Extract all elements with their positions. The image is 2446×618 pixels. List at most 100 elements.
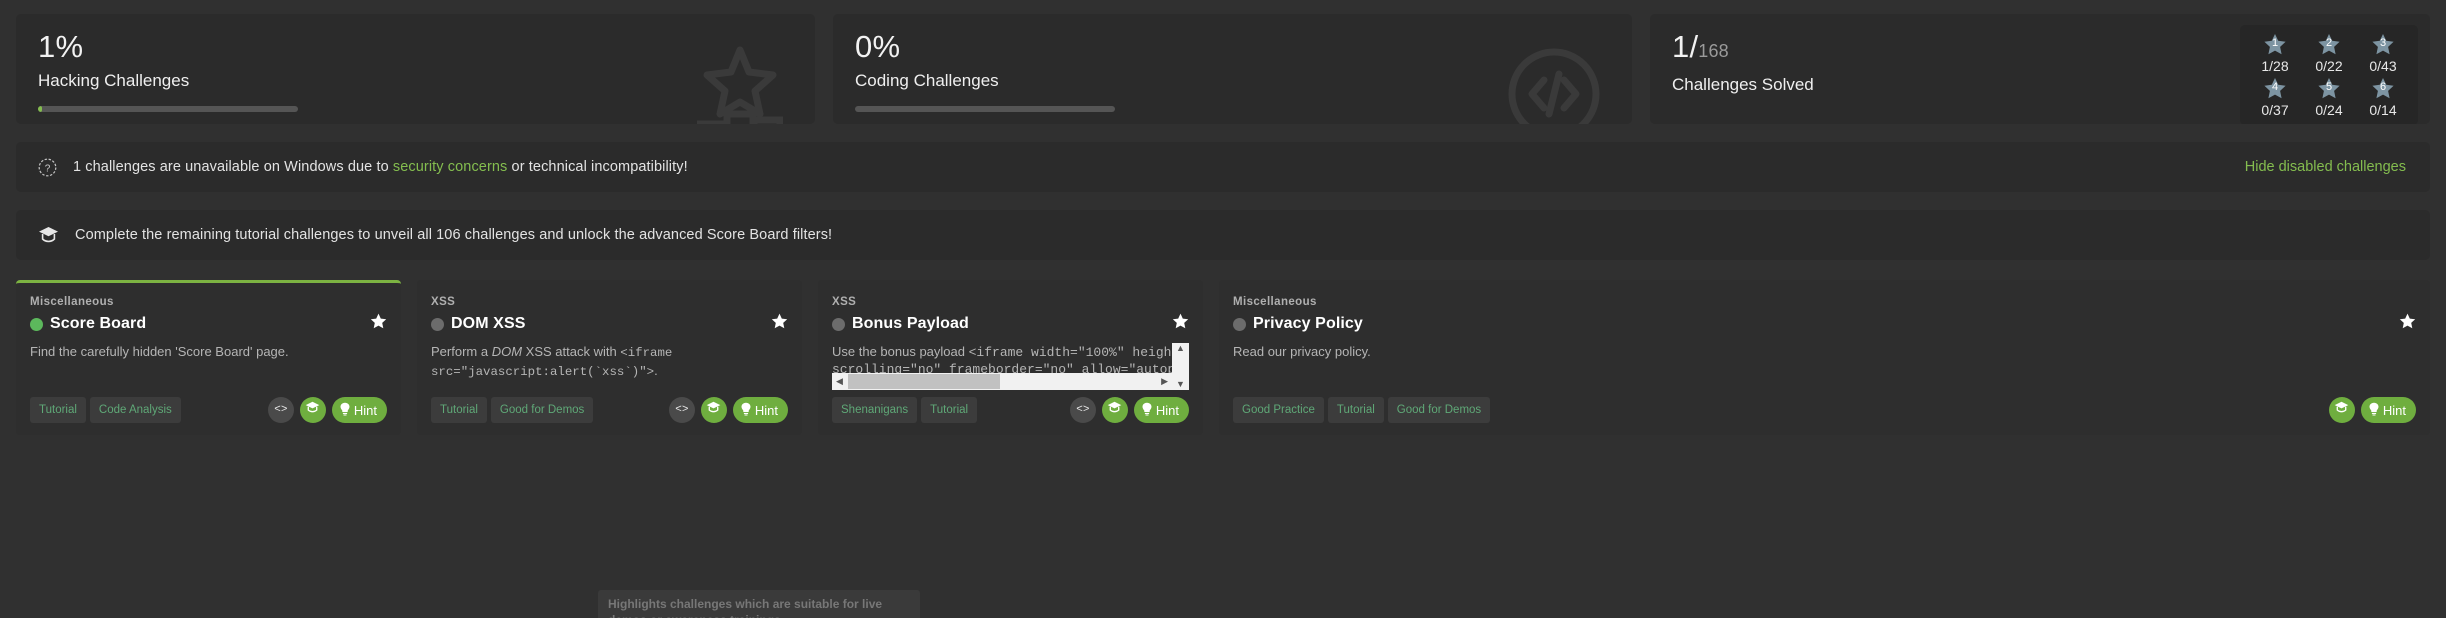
challenge-actions: <> Hint bbox=[1069, 397, 1189, 423]
challenge-category: XSS bbox=[431, 296, 456, 308]
scroll-right-arrow-icon[interactable]: ▶ bbox=[1157, 376, 1172, 387]
challenge-tag[interactable]: Good for Demos bbox=[1387, 397, 1491, 423]
difficulty-cell-2[interactable]: 2 0/22 bbox=[2304, 33, 2354, 75]
graduation-cap-icon bbox=[38, 226, 59, 244]
stat-card-hacking-challenges: 1% Hacking Challenges bbox=[16, 14, 815, 124]
graduation-cap-icon bbox=[305, 401, 320, 419]
difficulty-star-icon: 2 bbox=[2304, 33, 2354, 57]
disabled-challenges-text: 1 challenges are unavailable on Windows … bbox=[73, 159, 688, 175]
scroll-down-arrow-icon[interactable]: ▼ bbox=[1176, 380, 1185, 389]
challenge-card[interactable]: Miscellaneous Score Board Find the careful… bbox=[16, 280, 401, 435]
challenge-status-dot bbox=[1233, 317, 1246, 331]
hint-button[interactable]: Hint bbox=[1133, 397, 1189, 423]
challenge-tags: Tutorial Good for Demos bbox=[431, 397, 594, 423]
challenge-tag[interactable]: Tutorial bbox=[431, 397, 487, 423]
good-for-demos-tooltip: Highlights challenges which are suitable… bbox=[598, 590, 920, 618]
challenge-cards-row: Miscellaneous Score Board Find the careful… bbox=[16, 280, 2430, 435]
solved-numerator: 1/ bbox=[1672, 29, 1699, 64]
hint-button[interactable]: Hint bbox=[2360, 397, 2416, 423]
code-snippet-button[interactable]: <> bbox=[267, 397, 294, 423]
difficulty-level-number: 6 bbox=[2379, 81, 2387, 93]
difficulty-count: 0/43 bbox=[2369, 58, 2397, 74]
difficulty-count: 0/37 bbox=[2261, 102, 2289, 118]
difficulty-count: 0/24 bbox=[2315, 102, 2343, 118]
challenge-status-dot bbox=[30, 317, 43, 331]
challenge-actions: <> Hint bbox=[668, 397, 788, 423]
challenge-category: XSS bbox=[832, 296, 857, 308]
challenge-title: Privacy Policy bbox=[1253, 315, 1363, 332]
challenge-description: Perform a DOM XSS attack with <iframe sr… bbox=[431, 344, 673, 379]
svg-text:?: ? bbox=[45, 163, 51, 174]
security-concerns-link[interactable]: security concerns bbox=[393, 159, 508, 175]
favorite-star-icon[interactable] bbox=[2399, 313, 2416, 335]
hint-label: Hint bbox=[1155, 402, 1179, 418]
difficulty-star-icon: 4 bbox=[2250, 77, 2300, 101]
hacking-percent: 1% bbox=[38, 29, 84, 64]
hint-button[interactable]: Hint bbox=[732, 397, 788, 423]
code-snippet-button[interactable]: <> bbox=[1069, 397, 1096, 423]
code-snippet-button[interactable]: <> bbox=[668, 397, 695, 423]
hide-disabled-challenges-link[interactable]: Hide disabled challenges bbox=[2245, 159, 2406, 175]
scroll-up-arrow-icon[interactable]: ▲ bbox=[1176, 344, 1185, 353]
tutorial-button[interactable] bbox=[299, 397, 326, 423]
challenge-tag[interactable]: Code Analysis bbox=[89, 397, 181, 423]
lightbulb-icon bbox=[2368, 402, 2380, 419]
challenge-card[interactable]: XSS Bonus Payload Use the bonus payload <i… bbox=[818, 280, 1203, 435]
difficulty-cell-6[interactable]: 6 0/14 bbox=[2358, 77, 2408, 119]
tutorial-progress-banner: Complete the remaining tutorial challeng… bbox=[16, 210, 2430, 260]
graduation-cap-icon bbox=[706, 401, 721, 419]
tutorial-progress-text: Complete the remaining tutorial challeng… bbox=[75, 227, 833, 243]
challenge-description: Find the carefully hidden 'Score Board' … bbox=[30, 344, 289, 359]
challenge-tag[interactable]: Tutorial bbox=[30, 397, 86, 423]
lightbulb-icon bbox=[1141, 402, 1153, 419]
challenge-actions: <> Hint bbox=[267, 397, 387, 423]
hacking-progress-fill bbox=[38, 106, 42, 112]
challenge-tag[interactable]: Good Practice bbox=[1233, 397, 1324, 423]
hint-button[interactable]: Hint bbox=[331, 397, 387, 423]
challenge-card[interactable]: XSS DOM XSS Perform a DOM XSS attack with … bbox=[417, 280, 802, 435]
hacking-label: Hacking Challenges bbox=[38, 71, 190, 90]
difficulty-star-icon: 1 bbox=[2250, 33, 2300, 57]
difficulty-star-icon: 5 bbox=[2304, 77, 2354, 101]
difficulty-cell-5[interactable]: 5 0/24 bbox=[2304, 77, 2354, 119]
graduation-cap-icon bbox=[1107, 401, 1122, 419]
hint-label: Hint bbox=[353, 402, 377, 418]
tutorial-button[interactable] bbox=[700, 397, 727, 423]
difficulty-level-number: 4 bbox=[2271, 81, 2279, 93]
vertical-scrollbar[interactable]: ▲ ▼ bbox=[1172, 343, 1189, 390]
favorite-star-icon[interactable] bbox=[1172, 313, 1189, 335]
challenge-description-scrollbox[interactable]: Use the bonus payload <iframe width="100… bbox=[832, 343, 1189, 390]
challenge-tags: Tutorial Code Analysis bbox=[30, 397, 181, 423]
difficulty-cell-1[interactable]: 1 1/28 bbox=[2250, 33, 2300, 75]
difficulty-cell-3[interactable]: 3 0/43 bbox=[2358, 33, 2408, 75]
hint-label: Hint bbox=[754, 402, 778, 418]
challenge-tags: Good Practice Tutorial Good for Demos bbox=[1233, 397, 1491, 423]
favorite-star-icon[interactable] bbox=[370, 313, 387, 335]
difficulty-level-number: 2 bbox=[2325, 37, 2333, 49]
challenge-title-row: Privacy Policy bbox=[1233, 314, 2416, 334]
challenge-card[interactable]: Miscellaneous Privacy Policy Read our priv… bbox=[1219, 280, 2430, 435]
horizontal-scrollbar[interactable]: ◀ ▶ bbox=[832, 373, 1172, 390]
difficulty-level-number: 1 bbox=[2271, 37, 2279, 49]
challenge-tag[interactable]: Tutorial bbox=[921, 397, 978, 423]
challenge-tag[interactable]: Shenanigans bbox=[832, 397, 918, 423]
challenge-tags: Shenanigans Tutorial bbox=[832, 397, 978, 423]
difficulty-cell-4[interactable]: 4 0/37 bbox=[2250, 77, 2300, 119]
scroll-left-arrow-icon[interactable]: ◀ bbox=[832, 376, 847, 387]
challenge-title-row: DOM XSS bbox=[431, 314, 788, 334]
tutorial-button[interactable] bbox=[1101, 397, 1128, 423]
hacking-progress-bar bbox=[38, 106, 298, 112]
tutorial-button[interactable] bbox=[2328, 397, 2355, 423]
challenge-title: Score Board bbox=[50, 315, 147, 332]
challenge-status-dot bbox=[832, 317, 845, 331]
favorite-star-icon[interactable] bbox=[771, 313, 788, 335]
difficulty-count: 0/14 bbox=[2369, 102, 2397, 118]
lightbulb-icon bbox=[740, 402, 752, 419]
challenge-tag[interactable]: Good for Demos bbox=[490, 397, 594, 423]
difficulty-breakdown: 1 1/28 2 0/22 3 0/43 4 0/37 5 0/24 6 0/14 bbox=[2240, 25, 2418, 124]
challenge-tag[interactable]: Tutorial bbox=[1327, 397, 1384, 423]
coding-label: Coding Challenges bbox=[855, 71, 999, 90]
horizontal-scroll-thumb[interactable] bbox=[848, 374, 1000, 389]
solved-denominator: 168 bbox=[1698, 41, 1729, 61]
stat-card-challenges-solved: 1/168 Challenges Solved 1 1/28 2 0/22 3 0/43 4… bbox=[1650, 14, 2430, 124]
